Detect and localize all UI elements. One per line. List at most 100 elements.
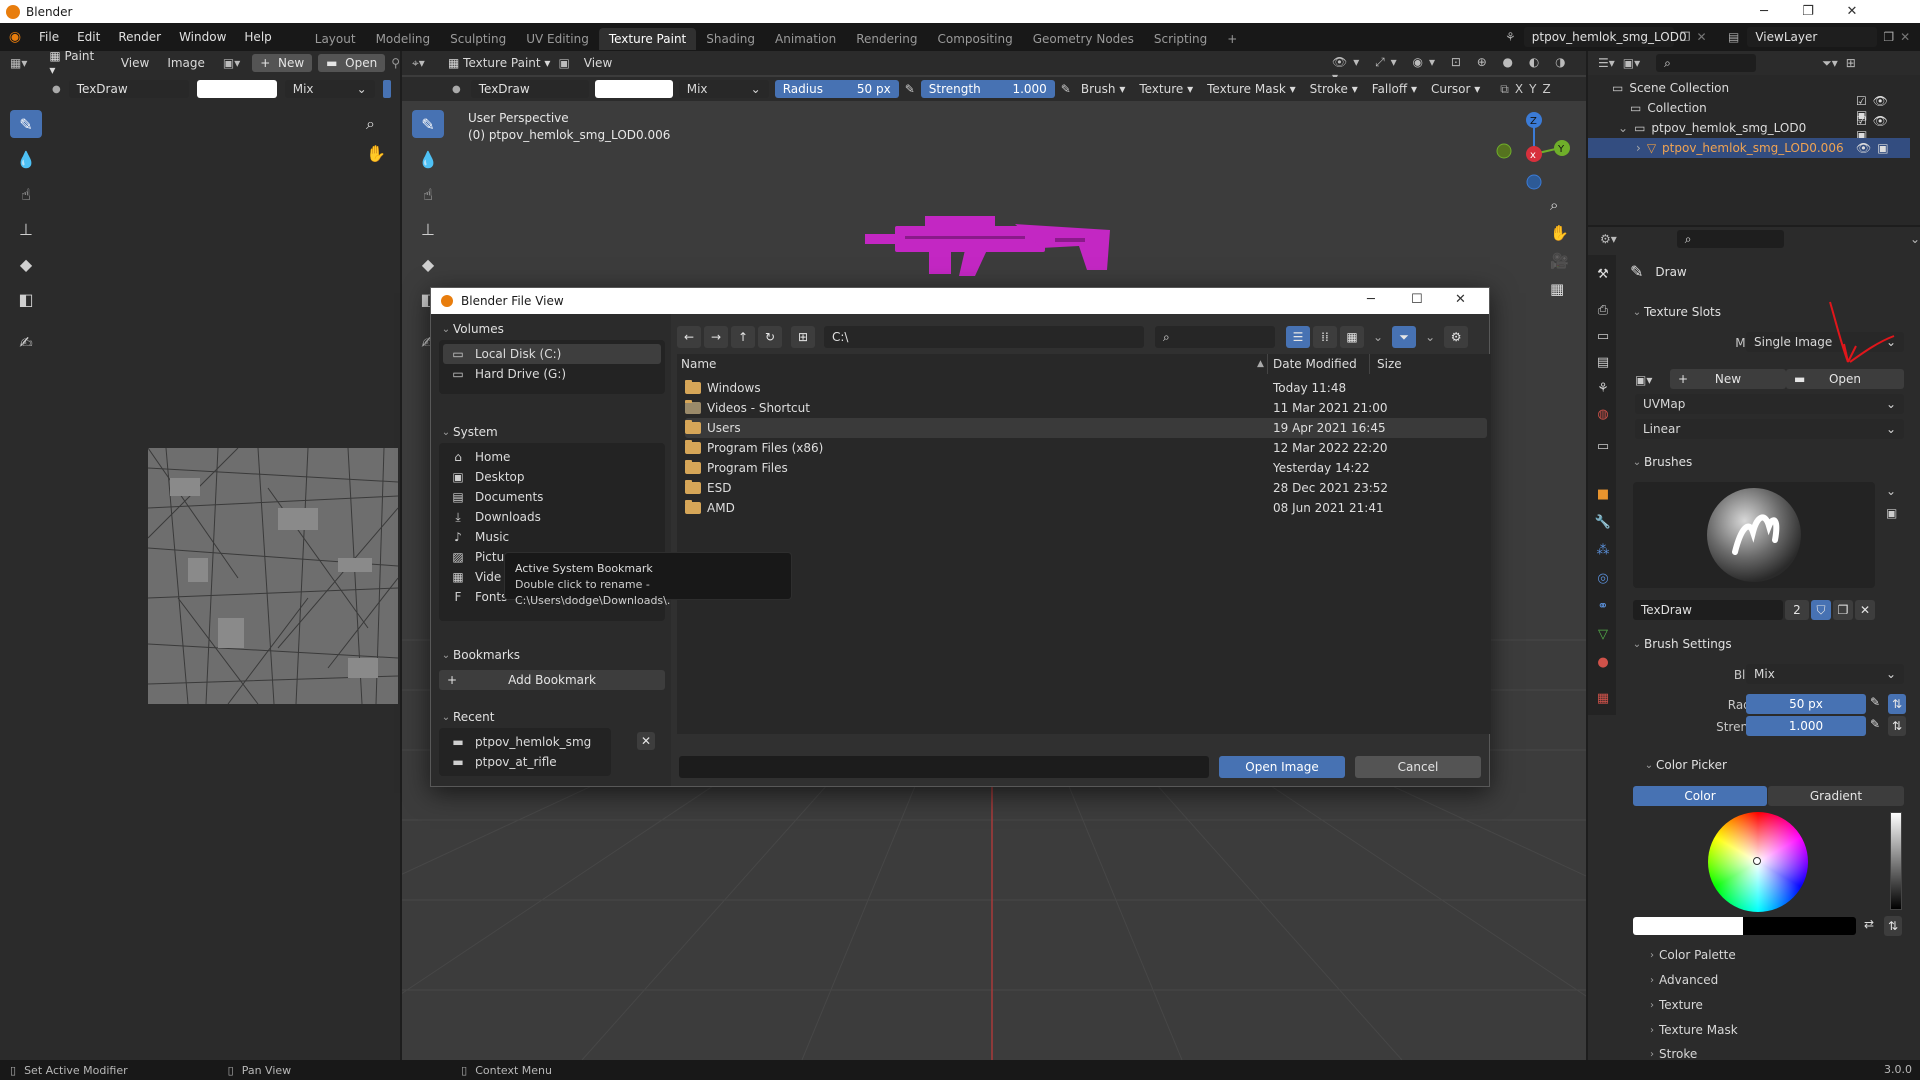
viewport-brush-field[interactable]: TexDraw [470, 80, 589, 98]
tab-uv-editing[interactable]: UV Editing [516, 28, 599, 50]
tab-modeling[interactable]: Modeling [366, 28, 441, 50]
back-icon[interactable]: ← [677, 326, 701, 348]
texture-panel-header[interactable]: › Texture [1645, 998, 1703, 1012]
tab-texture-paint[interactable]: Texture Paint [598, 27, 697, 50]
world-tab-icon[interactable]: ◍ [1593, 404, 1613, 424]
strength-slider[interactable]: 1.000 [1746, 716, 1866, 736]
mask-tool-icon[interactable]: ◧ [10, 285, 42, 313]
remove-scene-icon[interactable]: ✕ [1697, 30, 1707, 44]
copy-scene-icon[interactable]: ❐ [1680, 30, 1691, 44]
file-row-program-files[interactable]: Program Files Yesterday 14:22 [685, 458, 1487, 478]
smear-tool-icon[interactable]: ☝ [10, 180, 42, 208]
uvmap-dropdown[interactable]: UVMap ⌄ [1635, 394, 1904, 414]
scene-tab-icon[interactable]: ⚘ [1593, 378, 1613, 398]
system-desktop[interactable]: ▣ Desktop [443, 467, 661, 487]
open-image-button[interactable]: Open Image [1219, 756, 1345, 778]
viewport-pan-icon[interactable]: ✋ [1550, 224, 1569, 242]
file-row-esd[interactable]: ESD 28 Dec 2021 23:52 [685, 478, 1487, 498]
falloff-menu[interactable]: Falloff ▾ [1368, 82, 1421, 96]
editor-type-icon[interactable]: ▦▾ [10, 56, 37, 70]
stroke-menu[interactable]: Stroke ▾ [1306, 82, 1362, 96]
clear-recent-icon[interactable]: ✕ [637, 732, 655, 750]
vp-soften-tool-icon[interactable]: 💧 [412, 145, 444, 173]
parent-dir-icon[interactable]: ↑ [731, 326, 755, 348]
viewport-editor-type-icon[interactable]: ⌖▾ [412, 56, 440, 71]
viewport-strength-slider[interactable]: Strength 1.000 [920, 80, 1055, 98]
navigation-gizmo[interactable]: Z Y x [1490, 108, 1572, 192]
physics-tab-icon[interactable]: ◎ [1593, 568, 1613, 588]
file-row-windows[interactable]: Windows Today 11:48 [685, 378, 1487, 398]
image-radius-slider-edge[interactable] [382, 80, 391, 98]
image-image-menu[interactable]: Image [161, 56, 211, 70]
value-slider[interactable] [1890, 812, 1902, 910]
new-collection-icon[interactable]: ⊞ [1846, 56, 1856, 70]
color-tab[interactable]: Color [1633, 786, 1767, 806]
display-mode-icon[interactable]: ▣▾ [1623, 56, 1640, 70]
system-home[interactable]: ⌂ Home [443, 447, 661, 467]
sort-asc-icon[interactable]: ▲ [1257, 359, 1264, 369]
symmetry-icon[interactable]: ⧉ [1500, 82, 1509, 97]
thumb-large-icon[interactable]: ▦ [1340, 326, 1364, 348]
brush-image-icon[interactable]: ▣ [1886, 506, 1897, 520]
texture-mask-menu[interactable]: Texture Mask ▾ [1203, 82, 1300, 96]
volume-hard-drive[interactable]: ▭ Hard Drive (G:) [443, 364, 661, 384]
new-folder-icon[interactable]: ⊞ [791, 326, 815, 348]
filter-icon[interactable]: ⏷ [1392, 326, 1417, 348]
color-unified-icon[interactable]: ⇅ [1884, 916, 1902, 936]
cancel-button[interactable]: Cancel [1355, 756, 1481, 778]
copy-viewlayer-icon[interactable]: ❐ [1883, 30, 1894, 44]
data-tab-icon[interactable]: ▽ [1593, 624, 1613, 644]
symmetry-z-toggle[interactable]: Z [1542, 82, 1550, 96]
outliner-filter-icon[interactable]: ⏷▾ [1822, 56, 1838, 71]
filter-options-chevron-icon[interactable]: ⌄ [1425, 330, 1435, 344]
output-tab-icon[interactable]: ▭ [1593, 326, 1613, 346]
viewport-zoom-icon[interactable]: ⌕ [1550, 196, 1569, 214]
refresh-icon[interactable]: ↻ [758, 326, 782, 348]
brush-preview[interactable] [1633, 482, 1875, 588]
brush-list-chevron-icon[interactable]: ⌄ [1886, 484, 1896, 498]
display-options-chevron-icon[interactable]: ⌄ [1373, 330, 1383, 344]
vp-draw-tool-icon[interactable]: ✎ [412, 110, 444, 138]
properties-search-field[interactable]: ⌕ [1676, 230, 1784, 248]
image-brush-color-swatch[interactable] [196, 80, 277, 98]
primary-color-swatch[interactable] [1633, 917, 1743, 935]
pan-hand-icon[interactable]: ✋ [366, 144, 386, 163]
modifier-tab-icon[interactable]: 🔧 [1593, 512, 1613, 532]
scene-name-field[interactable]: ptpov_hemlok_smg_LOD0 [1523, 27, 1687, 47]
texture-menu[interactable]: Texture ▾ [1135, 82, 1197, 96]
outliner-active-object[interactable]: › ▽ ptpov_hemlok_smg_LOD0.006 👁▣ [1588, 138, 1910, 158]
viewlayer-name-field[interactable]: ViewLayer [1747, 27, 1878, 47]
blender-menu-icon[interactable]: ◉ [0, 29, 30, 45]
constraint-tab-icon[interactable]: ⚭ [1593, 596, 1613, 616]
tab-rendering[interactable]: Rendering [846, 28, 927, 50]
brush-settings-panel-header[interactable]: ⌄ Brush Settings [1630, 632, 1732, 656]
menu-render[interactable]: Render [109, 23, 170, 51]
add-bookmark-button[interactable]: + Add Bookmark [439, 670, 665, 690]
volume-local-disk[interactable]: ▭ Local Disk (C:) [443, 344, 661, 364]
filename-input[interactable] [679, 756, 1209, 778]
particles-tab-icon[interactable]: ⁂ [1593, 540, 1613, 560]
file-row-amd[interactable]: AMD 08 Jun 2021 21:41 [685, 498, 1487, 518]
system-downloads[interactable]: ⤓ Downloads [443, 507, 661, 527]
volumes-header[interactable]: ⌄ Volumes [439, 318, 665, 340]
texture-open-button[interactable]: ▬ Open [1786, 369, 1904, 389]
cursor-menu[interactable]: Cursor ▾ [1427, 82, 1484, 96]
recent-item-2[interactable]: ▬ ptpov_at_rifle [443, 752, 607, 772]
render-tab-icon[interactable]: ⎙ [1593, 300, 1613, 320]
ortho-toggle-icon[interactable]: ▦ [1550, 280, 1569, 298]
outliner-editor-type-icon[interactable]: ☰▾ [1598, 56, 1615, 70]
viewport-brush-color-swatch[interactable] [594, 80, 673, 98]
brush-users-count[interactable]: 2 [1785, 600, 1809, 620]
viewport-view-menu[interactable]: View [578, 56, 618, 70]
image-blend-dropdown[interactable]: Mix ⌄ [284, 80, 375, 98]
system-music[interactable]: ♪ Music [443, 527, 661, 547]
texture-slot-icon[interactable]: ▣ [558, 56, 569, 70]
view-layer-tab-icon[interactable]: ▤ [1593, 352, 1613, 372]
menu-window[interactable]: Window [170, 23, 235, 51]
color-picker-panel-header[interactable]: ⌄ Color Picker [1642, 753, 1727, 777]
texture-slots-panel-header[interactable]: ⌄ Texture Slots [1630, 300, 1721, 324]
pin-icon[interactable]: ⚲ [391, 56, 400, 70]
fake-user-shield-icon[interactable]: ⛉ [1811, 600, 1831, 620]
bookmarks-header[interactable]: ⌄ Bookmarks [439, 644, 665, 666]
add-workspace-icon[interactable]: + [1217, 28, 1247, 50]
